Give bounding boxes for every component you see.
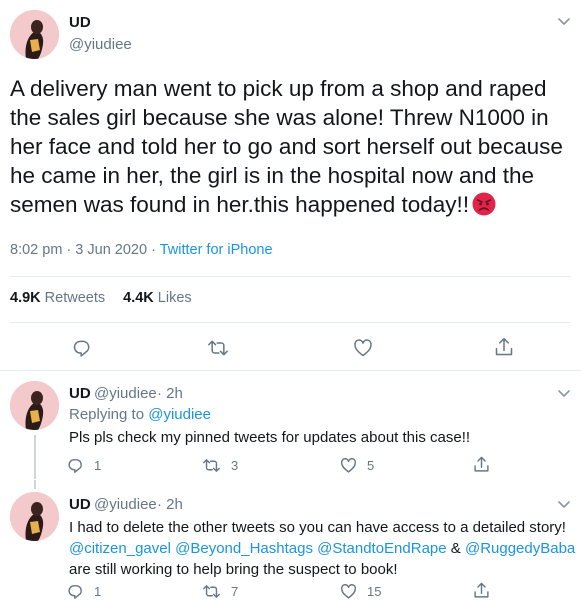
like-button[interactable] [353, 338, 373, 358]
retweet-icon [202, 585, 220, 598]
reply-count: 1 [94, 458, 102, 473]
reply-icon [73, 340, 90, 357]
share-button[interactable] [473, 581, 490, 600]
main-tweet: UD @yiudiee A delivery man went to pick … [0, 0, 581, 370]
chevron-down-icon[interactable] [557, 17, 571, 27]
share-icon [474, 582, 489, 598]
replying-prefix: Replying to [69, 406, 145, 423]
retweets-label: Retweets [44, 290, 106, 306]
tweet-meta: 8:02 pm · 3 Jun 2020 · Twitter for iPhon… [10, 242, 273, 258]
like-count: 5 [367, 458, 375, 473]
reply-button[interactable]: 1 [67, 457, 101, 474]
reply-tweet[interactable]: UD @yiudiee · 2h Replying to @yiudiee Pl… [0, 371, 581, 479]
retweet-button[interactable] [207, 338, 229, 358]
tweet-text: A delivery man went to pick up from a sh… [10, 74, 575, 219]
likes-label: Likes [157, 290, 192, 306]
reply-age-value: 2h [166, 496, 183, 513]
angry-face-emoji-icon [472, 192, 496, 216]
replying-to: Replying to @yiudiee [69, 406, 211, 423]
like-icon [341, 458, 356, 473]
share-icon [474, 456, 489, 472]
likes-count: 4.4K [123, 290, 154, 306]
tweet-time[interactable]: 8:02 pm [10, 242, 62, 258]
reply-icon [68, 459, 82, 473]
like-count: 15 [367, 584, 382, 599]
divider [10, 276, 571, 277]
reply-age[interactable]: · 2h [157, 385, 183, 402]
tweet-date[interactable]: 3 Jun 2020 [75, 242, 147, 258]
reply-count: 1 [94, 584, 102, 599]
retweet-icon [208, 340, 228, 356]
reply-icon [68, 585, 82, 599]
divider [10, 322, 571, 323]
display-name[interactable]: UD [69, 385, 91, 402]
user-handle[interactable]: @yiudiee [94, 496, 157, 513]
like-icon [354, 339, 372, 357]
avatar-photo [10, 492, 59, 541]
display-name[interactable]: UD [69, 496, 91, 513]
avatar[interactable] [10, 381, 59, 430]
avatar[interactable] [10, 492, 59, 541]
mention-link[interactable]: @RuggedyBaba [465, 540, 575, 557]
like-button[interactable]: 5 [340, 457, 374, 474]
retweet-count: 3 [231, 458, 239, 473]
mention-link[interactable]: @StandtoEndRape [317, 540, 447, 557]
reply-button[interactable] [72, 338, 92, 358]
retweet-button[interactable]: 7 [202, 583, 238, 600]
chevron-down-icon[interactable] [557, 500, 571, 510]
meta-separator: · [66, 242, 76, 258]
chevron-down-icon[interactable] [557, 389, 571, 399]
mention-link[interactable]: @Beyond_Hashtags [175, 540, 313, 557]
share-icon [495, 337, 513, 356]
avatar[interactable] [10, 10, 59, 59]
retweets-count: 4.9K [10, 290, 41, 306]
reply-age[interactable]: · 2h [157, 496, 183, 513]
reply-text-line: are still working to help bring the susp… [69, 561, 398, 578]
ampersand: & [450, 540, 461, 557]
retweet-count: 7 [231, 584, 239, 599]
user-handle[interactable]: @yiudiee [94, 385, 157, 402]
avatar-photo [10, 10, 59, 59]
likes-stat[interactable]: 4.4K Likes [123, 290, 192, 306]
retweet-icon [202, 459, 220, 472]
meta-separator: · [151, 242, 160, 258]
user-handle[interactable]: @yiudiee [69, 36, 132, 53]
like-icon [341, 584, 356, 599]
replying-to-link[interactable]: @yiudiee [148, 406, 211, 423]
tweet-source[interactable]: Twitter for iPhone [160, 242, 273, 258]
retweets-stat[interactable]: 4.9K Retweets [10, 290, 105, 306]
reply-button[interactable]: 1 [67, 583, 101, 600]
display-name[interactable]: UD [69, 14, 91, 31]
mention-link[interactable]: @citizen_gavel [69, 540, 171, 557]
reply-text-line: I had to delete the other tweets so you … [69, 519, 566, 536]
share-button[interactable] [494, 336, 514, 358]
share-button[interactable] [473, 455, 490, 474]
reply-age-value: 2h [166, 385, 183, 402]
reply-mentions-line: @citizen_gavel @Beyond_Hashtags @Standto… [69, 538, 577, 559]
reply-text: I had to delete the other tweets so you … [69, 517, 577, 580]
tweet-stats: 4.9K Retweets 4.4K Likes [10, 290, 192, 306]
thread-line [34, 480, 36, 489]
reply-text: Pls pls check my pinned tweets for updat… [69, 429, 471, 446]
reply-tweet[interactable]: UD @yiudiee · 2h I had to delete the oth… [0, 480, 581, 601]
avatar-photo [10, 381, 59, 430]
thread-line [34, 435, 36, 479]
like-button[interactable]: 15 [340, 583, 381, 600]
retweet-button[interactable]: 3 [202, 457, 238, 474]
